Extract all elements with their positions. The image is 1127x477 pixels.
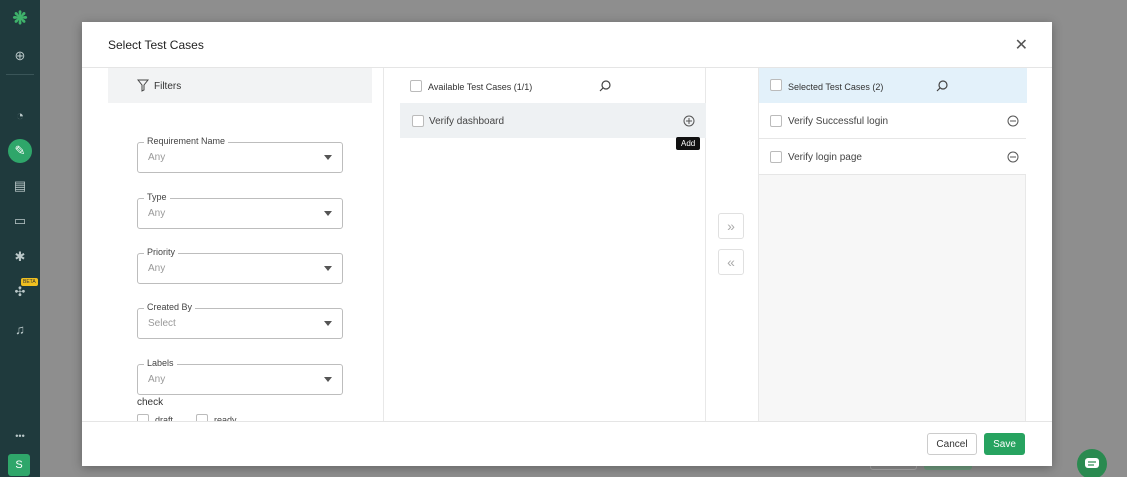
bell-icon[interactable]: ♫: [10, 319, 30, 339]
add-tooltip: Add: [676, 137, 701, 150]
close-icon[interactable]: ✕: [1015, 35, 1028, 55]
chat-button[interactable]: [1077, 449, 1107, 477]
created-by-dropdown[interactable]: Created By Select: [137, 302, 343, 339]
available-title: Available Test Cases (1/1): [428, 82, 533, 92]
selected-list: Verify Successful login Verify login pag…: [759, 103, 1026, 175]
item-checkbox[interactable]: [770, 151, 782, 163]
caret-down-icon: [324, 266, 332, 271]
selected-header: Selected Test Cases (2): [759, 68, 1027, 103]
ready-checkbox-option[interactable]: ready: [196, 414, 237, 421]
field-value: Any: [148, 374, 166, 385]
available-test-cases-panel: Available Test Cases (1/1) Verify dashbo…: [384, 68, 706, 421]
list-item[interactable]: Verify dashboard: [400, 103, 706, 138]
field-value: Any: [148, 263, 166, 274]
caret-down-icon: [324, 377, 332, 382]
remove-circle-icon[interactable]: [1007, 151, 1019, 163]
add-circle-icon[interactable]: [683, 115, 695, 127]
selected-test-cases-panel: Selected Test Cases (2) Verify Successfu…: [758, 68, 1027, 421]
field-label: Type: [144, 192, 170, 202]
filters-heading: Filters: [154, 81, 182, 92]
move-left-button[interactable]: «: [718, 249, 744, 275]
filters-header: Filters: [108, 68, 372, 103]
select-test-cases-modal: Select Test Cases ✕ Filters Requirement …: [82, 22, 1052, 466]
field-label: Priority: [144, 247, 179, 257]
remove-circle-icon[interactable]: [1007, 115, 1019, 127]
type-dropdown[interactable]: Type Any: [137, 192, 343, 229]
item-checkbox[interactable]: [412, 115, 424, 127]
bug-icon[interactable]: ✱: [10, 247, 30, 267]
search-icon[interactable]: [598, 79, 612, 93]
filters-panel: Filters Requirement Name Any Type Any Pr…: [82, 68, 384, 421]
rail-divider: [6, 74, 34, 75]
item-checkbox[interactable]: [770, 115, 782, 127]
field-value: Any: [148, 152, 166, 163]
available-header: Available Test Cases (1/1): [384, 68, 706, 103]
modal-footer: Cancel Save: [82, 421, 1052, 466]
select-all-available-checkbox[interactable]: [410, 80, 422, 92]
field-label: Created By: [144, 302, 196, 312]
move-right-button[interactable]: »: [718, 213, 744, 239]
selected-title: Selected Test Cases (2): [788, 82, 884, 92]
draft-checkbox-option[interactable]: draft: [137, 414, 173, 421]
list-item[interactable]: Verify login page: [759, 139, 1026, 175]
modal-header: Select Test Cases ✕: [82, 22, 1052, 68]
field-value: Any: [148, 208, 166, 219]
caret-down-icon: [324, 211, 332, 216]
cancel-button[interactable]: Cancel: [927, 433, 977, 455]
briefcase-icon[interactable]: ▤: [10, 176, 30, 196]
check-filter-label: check: [137, 397, 164, 408]
list-item[interactable]: Verify Successful login: [759, 103, 1026, 139]
field-value: Select: [148, 318, 176, 329]
priority-dropdown[interactable]: Priority Any: [137, 247, 343, 284]
avatar[interactable]: S: [8, 454, 30, 476]
field-label: Labels: [144, 358, 177, 368]
caret-down-icon: [324, 155, 332, 160]
dashboard-icon[interactable]: ◔: [10, 105, 30, 125]
add-icon[interactable]: ⊕: [10, 46, 30, 66]
ready-checkbox[interactable]: [196, 414, 208, 421]
save-button[interactable]: Save: [984, 433, 1025, 455]
item-label: Verify login page: [788, 152, 862, 163]
select-all-selected-checkbox[interactable]: [770, 79, 782, 91]
monitor-icon[interactable]: ▭: [10, 211, 30, 231]
search-icon[interactable]: [935, 79, 949, 93]
more-icon[interactable]: •••: [10, 426, 30, 446]
logo-icon[interactable]: ❋: [10, 8, 30, 28]
item-label: Verify Successful login: [788, 116, 889, 127]
modal-title: Select Test Cases: [108, 38, 204, 52]
labels-dropdown[interactable]: Labels Any: [137, 358, 343, 395]
chat-icon: [1085, 458, 1099, 468]
draft-checkbox[interactable]: [137, 414, 149, 421]
requirement-name-dropdown[interactable]: Requirement Name Any: [137, 136, 343, 173]
item-label: Verify dashboard: [429, 116, 505, 127]
field-label: Requirement Name: [144, 136, 229, 146]
edit-icon[interactable]: ✎: [8, 139, 32, 163]
beta-badge: BETA: [21, 278, 38, 286]
caret-down-icon: [324, 321, 332, 326]
filter-icon: [137, 79, 149, 92]
left-nav-rail: ❋ ⊕ ◔ ✎ ▤ ▭ ✱ ✣ BETA ♫ ••• S: [0, 0, 40, 477]
